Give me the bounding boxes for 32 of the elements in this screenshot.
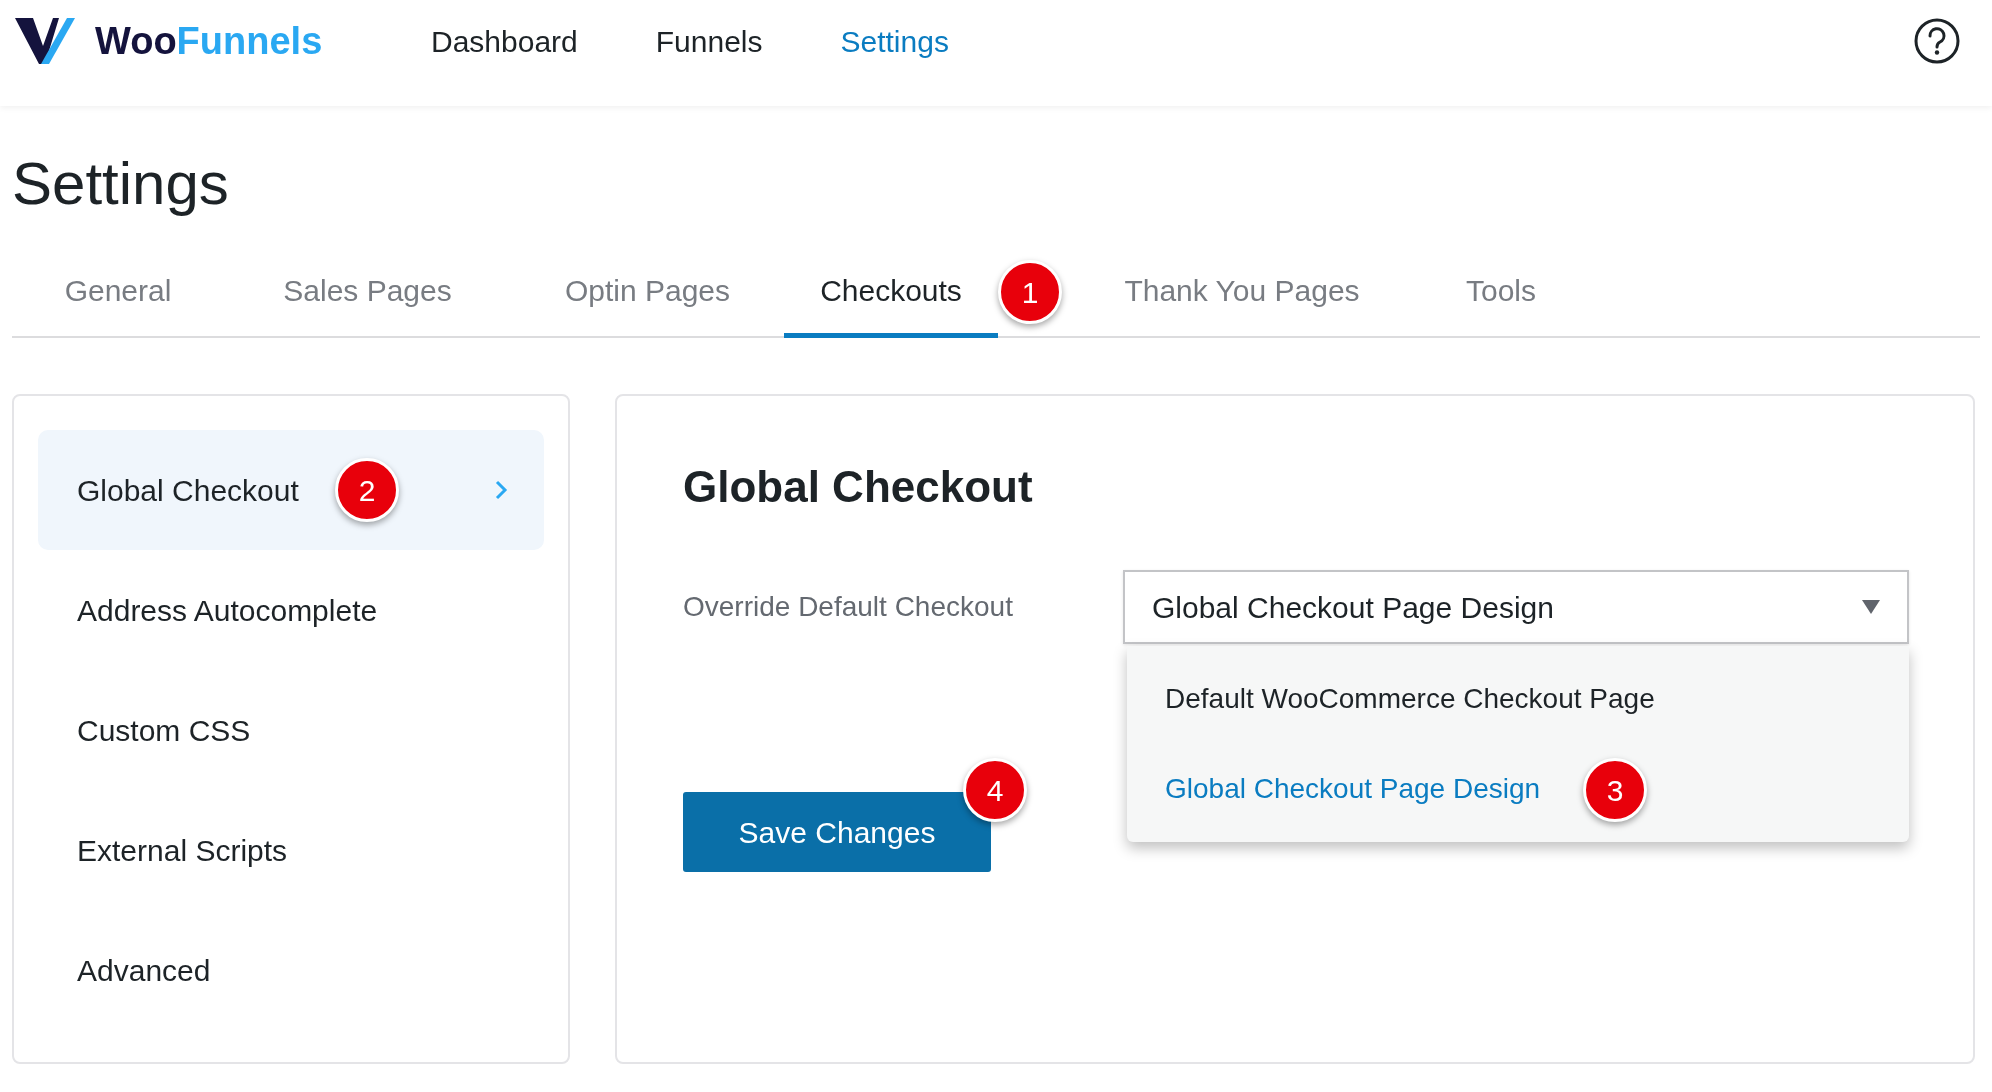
sidebar-item[interactable]: Global Checkout 2 — [38, 430, 544, 550]
logo-wordmark: WooFunnels — [95, 18, 323, 64]
tab[interactable]: Checkouts — [784, 248, 998, 338]
sidebar-item[interactable]: Address Autocomplete — [38, 550, 544, 670]
sidebar-item[interactable]: Advanced — [38, 910, 544, 1030]
step-number-badge: 4 — [963, 758, 1027, 822]
tab[interactable]: Thank You Pages — [1078, 248, 1406, 338]
dropdown-option[interactable]: Global Checkout Page Design — [1165, 768, 1541, 810]
step-number-badge: 1 — [998, 260, 1062, 324]
sidebar-item-label: Global Checkout — [77, 472, 299, 509]
sidebar-item-label: Advanced — [77, 952, 211, 989]
page-title: Settings — [12, 149, 230, 219]
nav-link[interactable]: Dashboard — [431, 18, 578, 64]
tab[interactable]: Optin Pages — [511, 248, 784, 338]
sidebar-item[interactable]: External Scripts — [38, 790, 544, 910]
sidebar-item-label: Custom CSS — [77, 712, 251, 749]
tab[interactable]: General — [12, 248, 224, 338]
tab[interactable]: Tools — [1406, 248, 1596, 338]
step-number-badge: 3 — [1583, 758, 1647, 822]
nav-link[interactable]: Funnels — [655, 18, 763, 64]
sidebar-item-label: External Scripts — [77, 832, 288, 869]
nav-link[interactable]: Settings — [840, 18, 949, 64]
sidebar-item-label: Address Autocomplete — [77, 592, 378, 629]
caret-icon — [1862, 600, 1880, 614]
tab[interactable]: Sales Pages — [224, 248, 511, 338]
dropdown-option[interactable]: Default WooCommerce Checkout Page — [1165, 678, 1655, 720]
chevron-right-icon — [494, 479, 508, 501]
sidebar-item[interactable]: Custom CSS — [38, 670, 544, 790]
section-heading: Global Checkout — [683, 461, 1034, 513]
help-icon[interactable] — [1914, 18, 1960, 64]
step-number-badge: 2 — [335, 458, 399, 522]
field-label: Override Default Checkout — [683, 590, 1014, 624]
